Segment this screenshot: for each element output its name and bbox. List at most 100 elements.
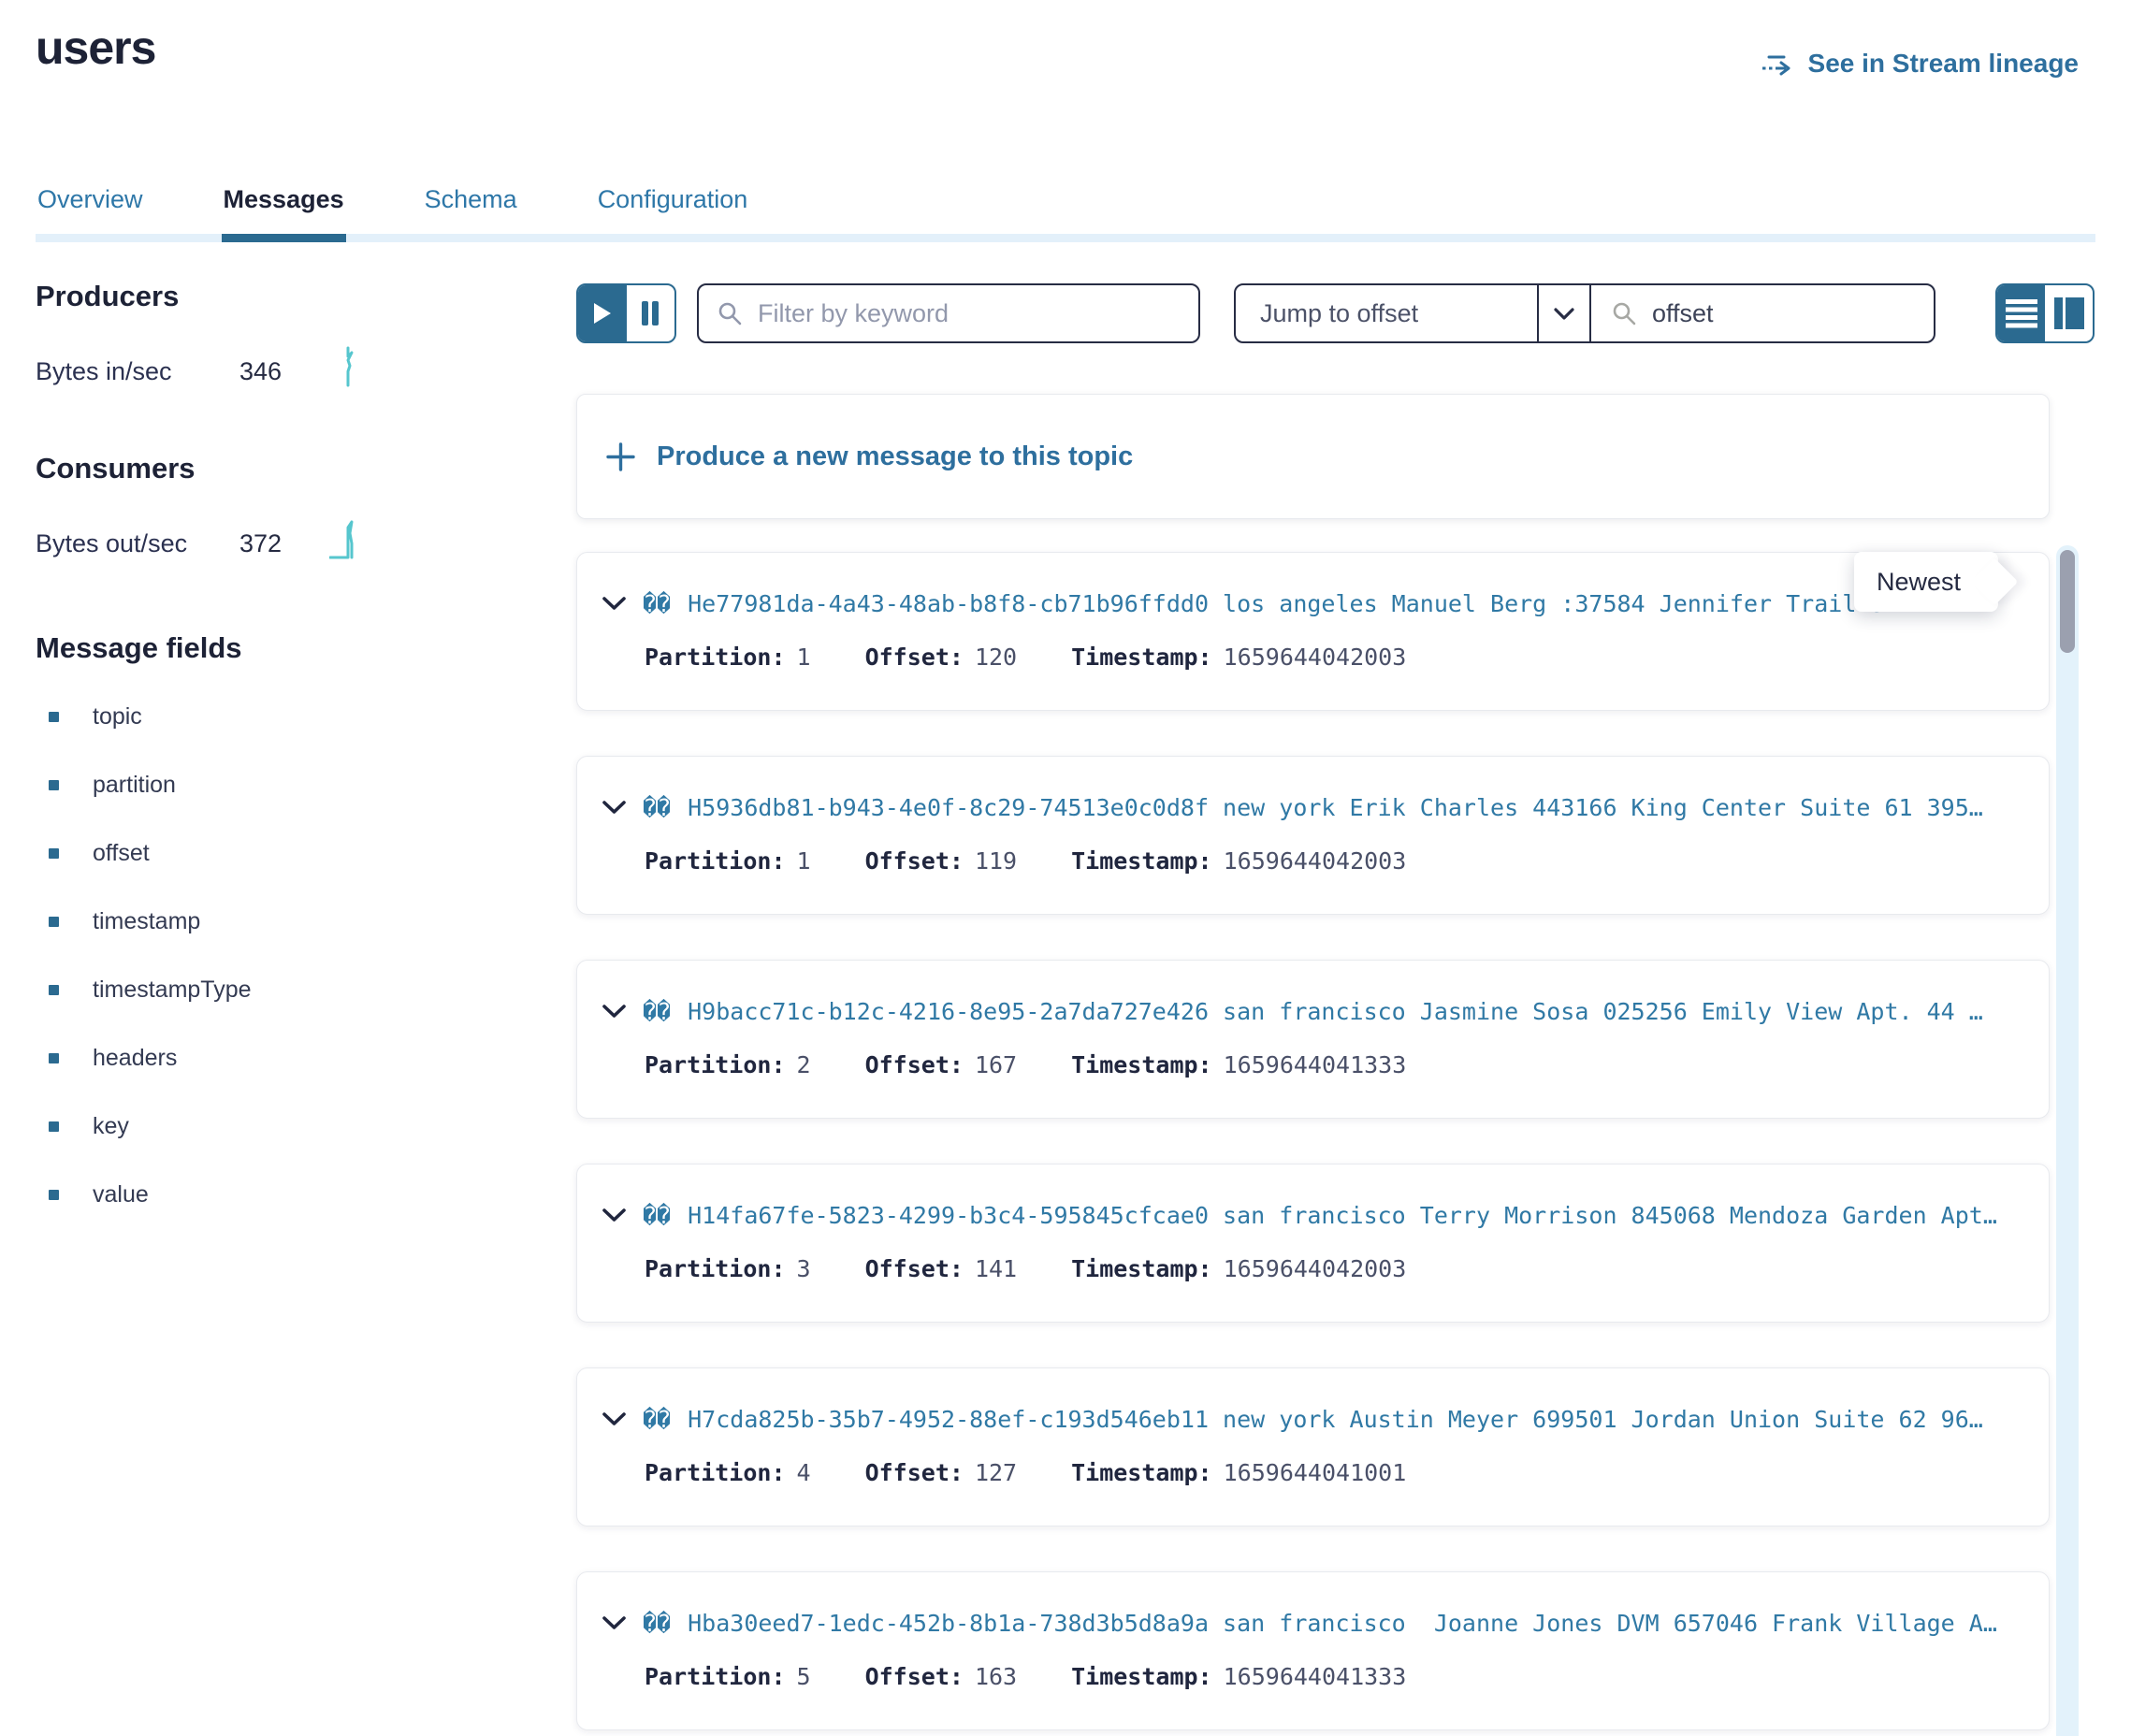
message-field-item: value [36,1181,365,1208]
list-view-button[interactable] [1997,285,2045,341]
message-row-header: �� H5936db81-b943-4e0f-8c29-74513e0c0d8f… [602,794,2021,821]
expand-chevron-icon[interactable] [602,1616,626,1630]
partition-value: 2 [797,1051,811,1078]
jump-select-chevron[interactable] [1537,285,1591,341]
split-view-button[interactable] [2045,285,2093,341]
message-key-preview: Hba30eed7-1edc-452b-8b1a-738d3b5d8a9a sa… [688,1610,1997,1637]
partition-label: Partition: [645,1051,786,1078]
message-row-header: �� H9bacc71c-b12c-4216-8e95-2a7da727e426… [602,998,2021,1025]
message-row[interactable]: �� He77981da-4a43-48ab-b8f8-cb71b96ffdd0… [576,552,2050,711]
timestamp-field: Timestamp:1659644041001 [1071,1459,1406,1486]
message-field-item: timestampType [36,976,365,1004]
produce-message-button[interactable]: Produce a new message to this topic [576,394,2050,519]
field-bullet-icon [49,712,59,722]
offset-field: Offset:167 [865,1051,1018,1078]
message-row[interactable]: �� H7cda825b-35b7-4952-88ef-c193d546eb11… [576,1367,2050,1526]
expand-chevron-icon[interactable] [602,1005,626,1019]
message-key-preview: H14fa67fe-5823-4299-b3c4-595845cfcae0 sa… [688,1202,1997,1229]
partition-label: Partition: [645,644,786,671]
expand-chevron-icon[interactable] [602,1208,626,1222]
message-field-item: timestamp [36,908,365,935]
message-row[interactable]: �� H5936db81-b943-4e0f-8c29-74513e0c0d8f… [576,756,2050,915]
field-label: value [93,1181,149,1208]
message-row-header: �� H7cda825b-35b7-4952-88ef-c193d546eb11… [602,1406,2021,1433]
field-bullet-icon [49,780,59,790]
offset-field: Offset:163 [865,1663,1018,1690]
message-field-item: headers [36,1045,365,1072]
message-row[interactable]: �� H14fa67fe-5823-4299-b3c4-595845cfcae0… [576,1164,2050,1323]
bytes-out-label: Bytes out/sec [36,529,239,558]
stream-lineage-link[interactable]: See in Stream lineage [1761,49,2079,79]
tab-bar: Overview Messages Schema Configuration [36,185,2095,242]
timestamp-label: Timestamp: [1071,644,1212,671]
producers-metric: Bytes in/sec 346 [36,357,365,391]
message-row-meta: Partition:5 Offset:163 Timestamp:1659644… [645,1663,2021,1690]
main-panel: Jump to offset [576,283,2065,1730]
field-label: partition [93,772,176,799]
offset-search-input[interactable] [1650,298,1934,329]
tab-messages[interactable]: Messages [222,185,346,242]
messages-scrollbar-thumb[interactable] [2060,550,2075,653]
message-row[interactable]: �� H9bacc71c-b12c-4216-8e95-2a7da727e426… [576,960,2050,1119]
expand-chevron-icon[interactable] [602,801,626,815]
tab-row: Overview Messages Schema Configuration [36,185,749,242]
message-field-item: key [36,1113,365,1140]
undecoded-bytes-glyphs: �� [643,1610,671,1637]
message-row-header: �� Hba30eed7-1edc-452b-8b1a-738d3b5d8a9a… [602,1610,2021,1637]
offset-label: Offset: [865,1255,964,1282]
tab-overview[interactable]: Overview [36,185,145,242]
toolbar: Jump to offset [576,283,2065,343]
timestamp-label: Timestamp: [1071,1663,1212,1690]
jump-to-offset-value: Jump to offset [1260,299,1418,328]
offset-label: Offset: [865,847,964,875]
pause-button[interactable] [627,285,675,341]
offset-value: 141 [975,1255,1017,1282]
message-row-header: �� He77981da-4a43-48ab-b8f8-cb71b96ffdd0… [602,590,2021,617]
expand-chevron-icon[interactable] [602,1412,626,1426]
expand-chevron-icon[interactable] [602,597,626,611]
partition-field: Partition:3 [645,1255,811,1282]
message-field-item: offset [36,840,365,867]
sidebar: Producers Bytes in/sec 346 Consumers Byt… [36,281,365,1250]
messages-scrollbar-track[interactable] [2056,545,2079,1736]
message-field-item: partition [36,772,365,799]
field-label: key [93,1113,129,1140]
offset-field: Offset:127 [865,1459,1018,1486]
timestamp-label: Timestamp: [1071,847,1212,875]
search-icon [718,301,743,326]
field-bullet-icon [49,848,59,859]
message-row-meta: Partition:3 Offset:141 Timestamp:1659644… [645,1255,2021,1282]
field-bullet-icon [49,1190,59,1200]
message-fields-title: Message fields [36,632,365,664]
partition-value: 1 [797,644,811,671]
tab-schema[interactable]: Schema [423,185,519,242]
offset-value: 119 [975,847,1017,875]
pause-icon [640,300,660,326]
timestamp-value: 1659644041333 [1224,1051,1407,1078]
message-key-preview: H7cda825b-35b7-4952-88ef-c193d546eb11 ne… [688,1406,1983,1433]
partition-label: Partition: [645,1663,786,1690]
offset-search-box [1591,285,1934,341]
message-row[interactable]: �� Hba30eed7-1edc-452b-8b1a-738d3b5d8a9a… [576,1571,2050,1730]
message-fields-list: topic partition offset timestamp timesta… [36,703,365,1208]
message-row-meta: Partition:1 Offset:120 Timestamp:1659644… [645,644,2021,671]
field-bullet-icon [49,985,59,995]
topic-messages-page: users See in Stream lineage Overview Mes… [0,0,2131,1736]
timestamp-value: 1659644041333 [1224,1663,1407,1690]
offset-value: 127 [975,1459,1017,1486]
jump-to-offset-select[interactable]: Jump to offset [1236,285,1537,341]
list-view-icon [2005,298,2038,329]
message-row-meta: Partition:1 Offset:119 Timestamp:1659644… [645,847,2021,875]
partition-value: 1 [797,847,811,875]
tab-configuration[interactable]: Configuration [596,185,750,242]
bytes-in-label: Bytes in/sec [36,357,239,386]
search-icon [1612,301,1637,326]
partition-value: 4 [797,1459,811,1486]
field-label: offset [93,840,150,867]
play-button[interactable] [578,285,627,341]
partition-label: Partition: [645,1255,786,1282]
partition-label: Partition: [645,1459,786,1486]
filter-keyword-input[interactable] [756,298,1180,329]
view-mode-toggle [1995,283,2095,343]
offset-value: 120 [975,644,1017,671]
